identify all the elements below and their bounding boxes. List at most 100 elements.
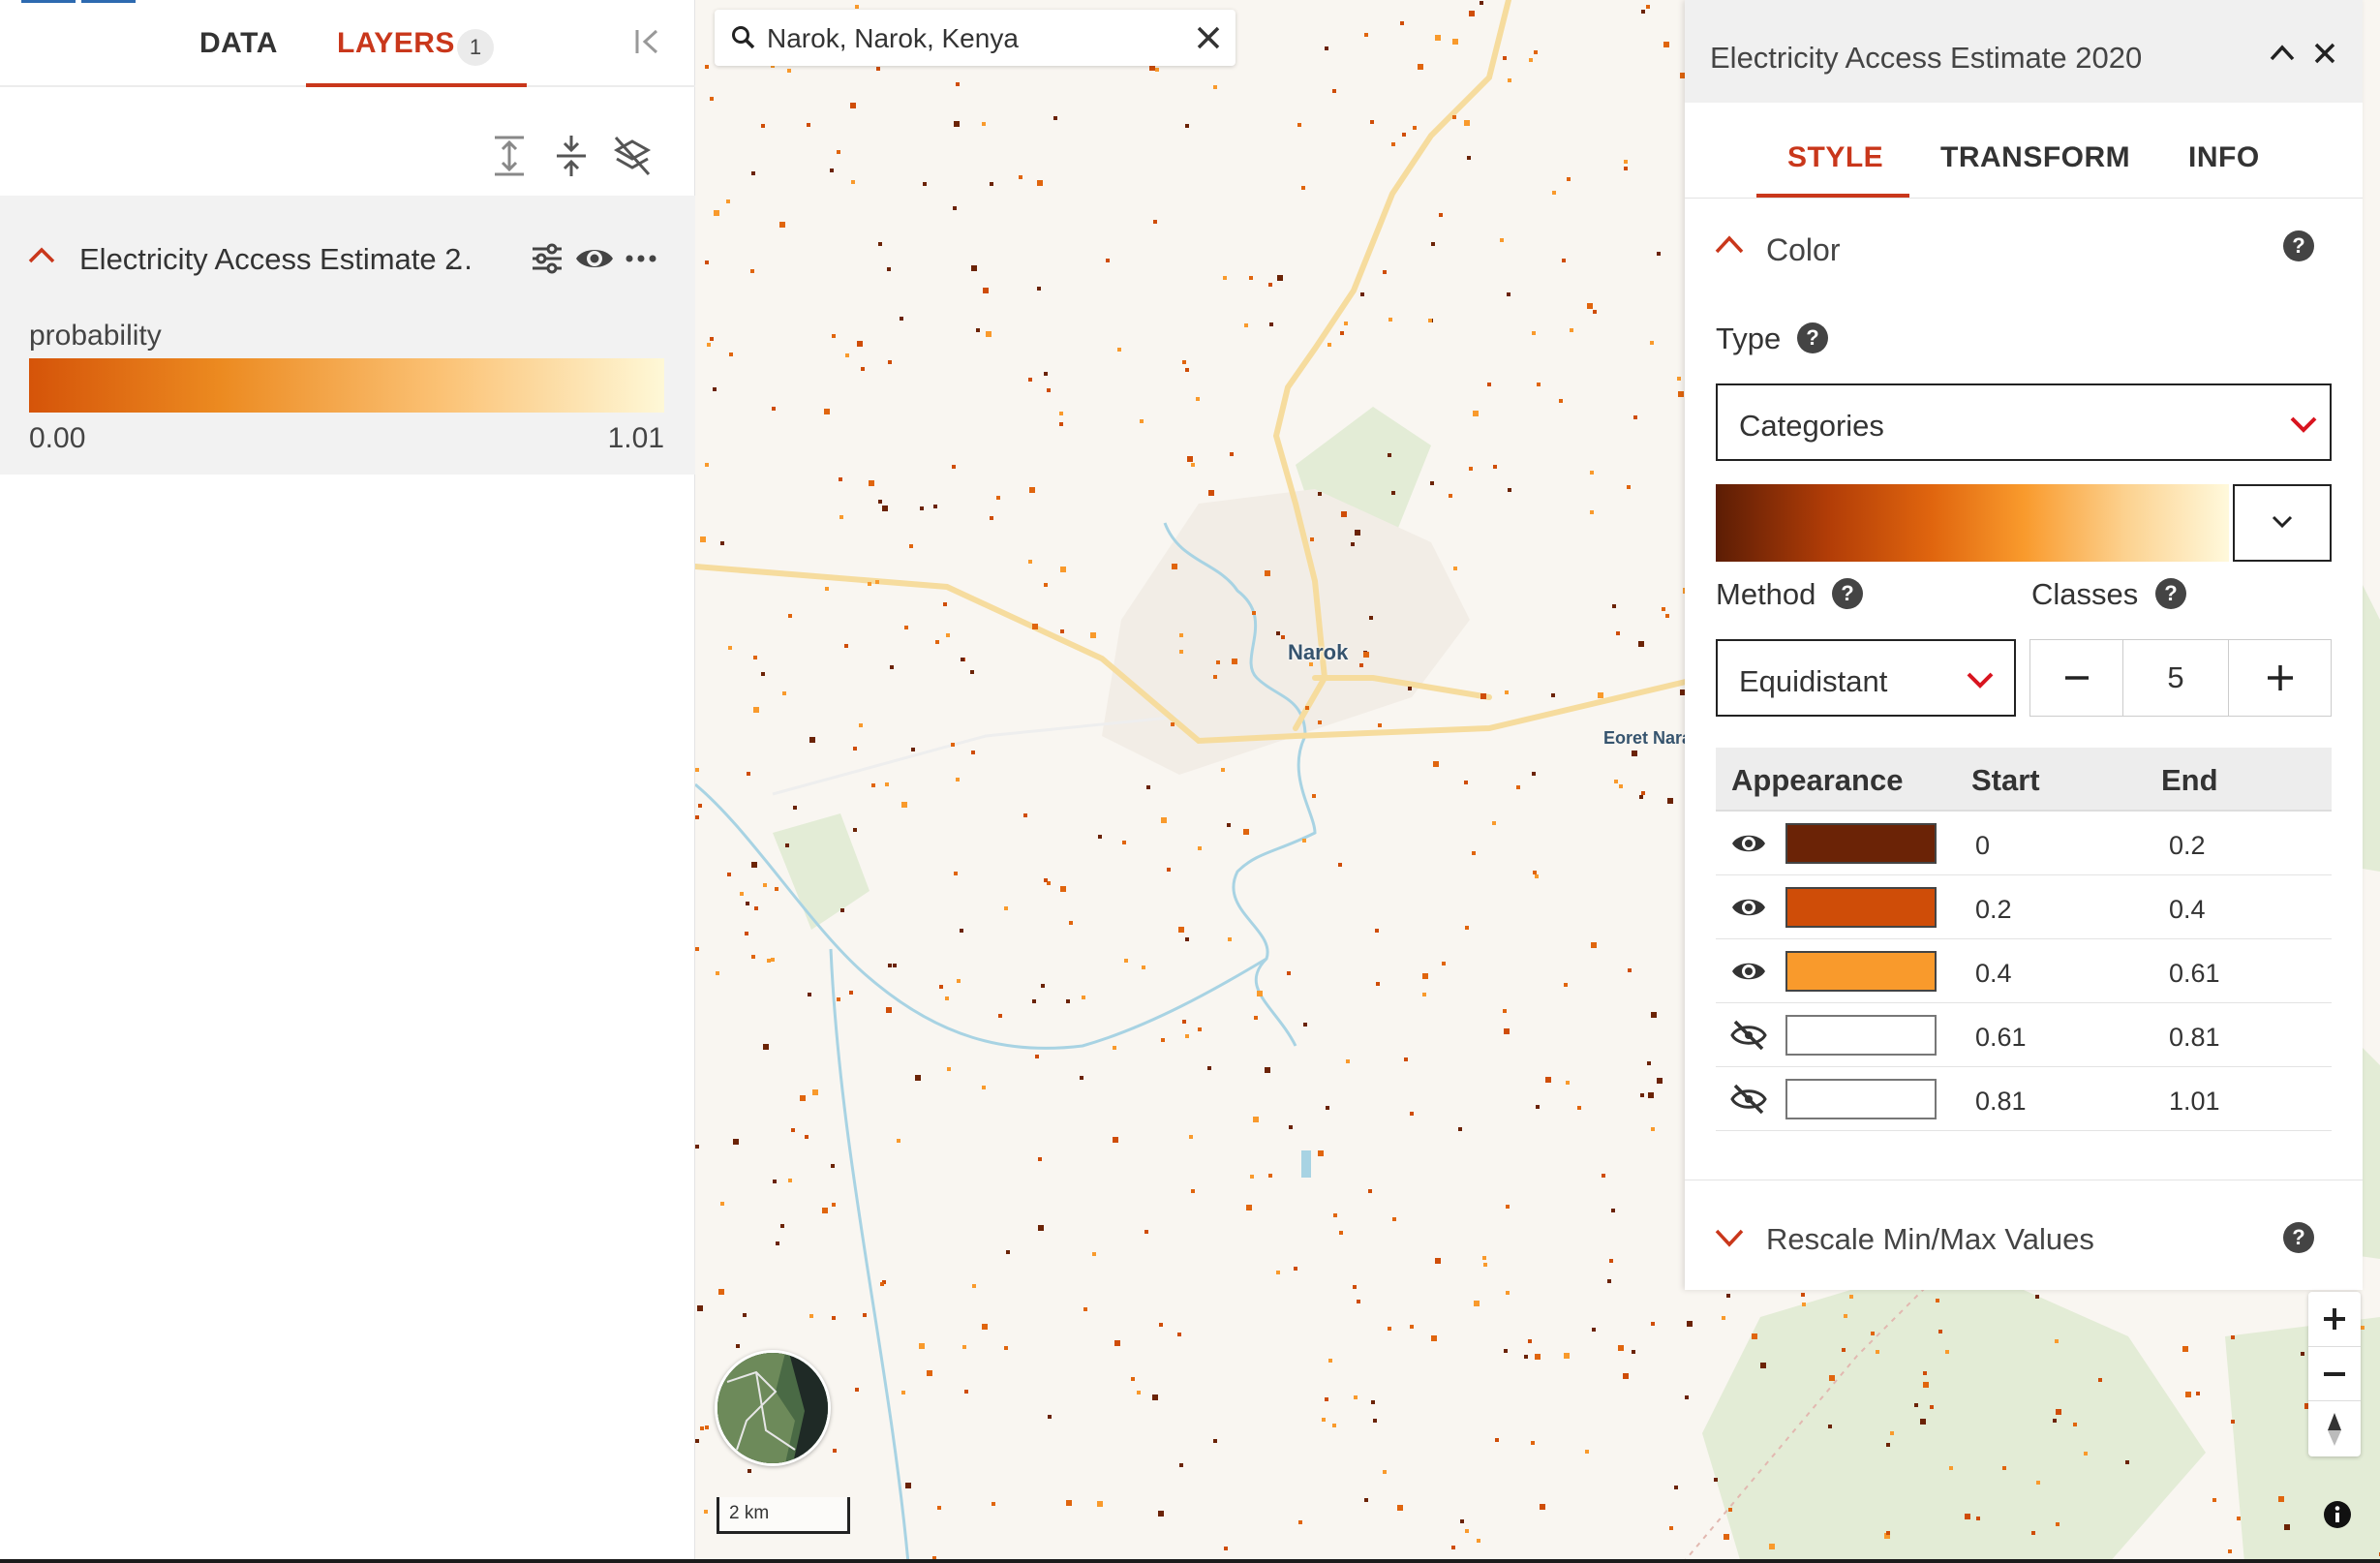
search-icon (730, 24, 757, 51)
zoom-controls (2308, 1292, 2361, 1456)
chevron-up-icon[interactable] (27, 244, 56, 265)
layer-title-ellipsis: ... (447, 242, 473, 276)
start-value[interactable]: 0 (1975, 831, 1990, 861)
end-value[interactable]: 0.81 (2169, 1023, 2220, 1053)
style-panel-title: Electricity Access Estimate 2020 (1710, 41, 2143, 75)
legend-min-value: 0.00 (29, 422, 86, 454)
color-ramp-preview[interactable] (1716, 484, 2229, 562)
collapse-all-icon[interactable] (552, 134, 591, 178)
rescale-section-label[interactable]: Rescale Min/Max Values (1766, 1222, 2094, 1257)
end-value[interactable]: 0.61 (2169, 959, 2220, 989)
table-row: 0.4 0.61 (1716, 939, 2332, 1003)
color-swatch[interactable] (1785, 887, 1937, 928)
expand-all-icon[interactable] (490, 134, 529, 178)
legend-max-value: 1.01 (607, 422, 664, 454)
start-value[interactable]: 0.81 (1975, 1087, 2027, 1117)
zoom-out-button[interactable] (2308, 1346, 2361, 1400)
color-swatch[interactable] (1785, 951, 1937, 992)
end-value[interactable]: 0.4 (2169, 895, 2206, 925)
tab-info[interactable]: INFO (2188, 141, 2260, 174)
start-value[interactable]: 0.2 (1975, 895, 2012, 925)
divider (1685, 198, 2363, 199)
eye-icon[interactable] (1729, 827, 1768, 860)
column-header-appearance: Appearance (1731, 763, 1904, 797)
table-row: 0.61 0.81 (1716, 1003, 2332, 1067)
style-panel-header: Electricity Access Estimate 2020 (1685, 0, 2363, 103)
classes-label: Classes (2031, 577, 2139, 611)
eye-off-icon[interactable] (1729, 1019, 1768, 1052)
chevron-down-icon (2272, 515, 2293, 529)
help-icon[interactable]: ? (1832, 578, 1863, 609)
classes-value[interactable]: 5 (2123, 640, 2228, 716)
method-select-value: Equidistant (1739, 664, 1888, 698)
window-bottom-edge (0, 1559, 2380, 1563)
method-label: Method (1716, 577, 1816, 611)
eye-off-icon[interactable] (1729, 1083, 1768, 1116)
clear-icon[interactable] (1195, 24, 1222, 51)
panel-tabs: DATA LAYERS 1 (0, 0, 695, 87)
layer-card[interactable]: Electricity Access Estimate 2 ... probab… (0, 196, 695, 475)
method-select[interactable]: Equidistant (1716, 639, 2016, 717)
end-value[interactable]: 1.01 (2169, 1087, 2220, 1117)
table-row: 0 0.2 (1716, 812, 2332, 875)
color-swatch[interactable] (1785, 1015, 1937, 1056)
color-swatch[interactable] (1785, 1079, 1937, 1119)
info-icon[interactable] (2322, 1499, 2353, 1530)
classes-stepper[interactable]: 5 (2029, 639, 2332, 717)
chevron-down-icon (2289, 414, 2318, 434)
help-icon[interactable]: ? (2283, 230, 2314, 261)
table-row: 0.2 0.4 (1716, 875, 2332, 939)
scale-label: 2 km (729, 1503, 770, 1523)
more-options-icon[interactable] (624, 240, 658, 277)
scale-bar: 2 km (717, 1497, 850, 1534)
layers-count-badge: 1 (457, 29, 494, 66)
tab-data[interactable]: DATA (199, 27, 278, 60)
type-label: Type (1716, 322, 1782, 355)
type-select[interactable]: Categories (1716, 383, 2332, 461)
active-tab-indicator (306, 83, 527, 87)
search-box[interactable]: Narok, Narok, Kenya (715, 10, 1236, 66)
zoom-in-button[interactable] (2308, 1292, 2361, 1346)
table-row: 0.81 1.01 (1716, 1067, 2332, 1131)
layer-title[interactable]: Electricity Access Estimate 2 (79, 242, 462, 277)
start-value[interactable]: 0.61 (1975, 1023, 2027, 1053)
legend-label: probability (29, 320, 162, 352)
basemap-switcher[interactable] (715, 1350, 831, 1466)
column-header-end: End (2161, 763, 2218, 797)
search-input[interactable]: Narok, Narok, Kenya (767, 23, 1019, 54)
visibility-eye-icon[interactable] (573, 240, 616, 277)
help-icon[interactable]: ? (2283, 1222, 2314, 1253)
increment-button[interactable] (2228, 640, 2331, 716)
chevron-up-icon[interactable] (1714, 232, 1745, 256)
tab-layers[interactable]: LAYERS (337, 27, 455, 60)
color-section-label[interactable]: Color (1766, 232, 1840, 268)
help-icon[interactable]: ? (2155, 578, 2186, 609)
chevron-down-icon[interactable] (1714, 1226, 1745, 1249)
decrement-button[interactable] (2030, 640, 2123, 716)
column-header-start: Start (1971, 763, 2040, 797)
legend-color-bar (29, 358, 664, 413)
eye-icon[interactable] (1729, 955, 1768, 988)
help-icon[interactable]: ? (1797, 322, 1828, 353)
place-label: Narok (1288, 640, 1349, 664)
table-body: 0 0.2 0.2 0.4 0.4 0.61 0.61 0.81 0.81 1.01 (1716, 812, 2332, 1131)
type-select-value: Categories (1739, 409, 1884, 443)
collapse-panel-icon[interactable] (631, 25, 664, 58)
color-swatch[interactable] (1785, 823, 1937, 864)
compass-icon[interactable] (2308, 1400, 2361, 1455)
layer-settings-icon[interactable] (529, 240, 565, 277)
table-header: Appearance Start End (1716, 748, 2332, 812)
eye-icon[interactable] (1729, 891, 1768, 924)
hide-all-layers-icon[interactable] (612, 134, 653, 178)
start-value[interactable]: 0.4 (1975, 959, 2012, 989)
left-panel: DATA LAYERS 1 Electricity Access Estimat… (0, 0, 695, 1563)
chevron-down-icon (1966, 670, 1995, 690)
class-table: Appearance Start End 0 0.2 0.2 0.4 0.4 0.61 0.… (1716, 748, 2332, 1131)
close-icon[interactable] (2310, 39, 2339, 68)
color-ramp-dropdown[interactable] (2233, 484, 2332, 562)
place-label-secondary: Eoret Nara (1603, 728, 1693, 748)
tab-transform[interactable]: TRANSFORM (1940, 141, 2130, 174)
end-value[interactable]: 0.2 (2169, 831, 2206, 861)
tab-style[interactable]: STYLE (1787, 141, 1883, 174)
chevron-up-icon[interactable] (2268, 39, 2297, 68)
